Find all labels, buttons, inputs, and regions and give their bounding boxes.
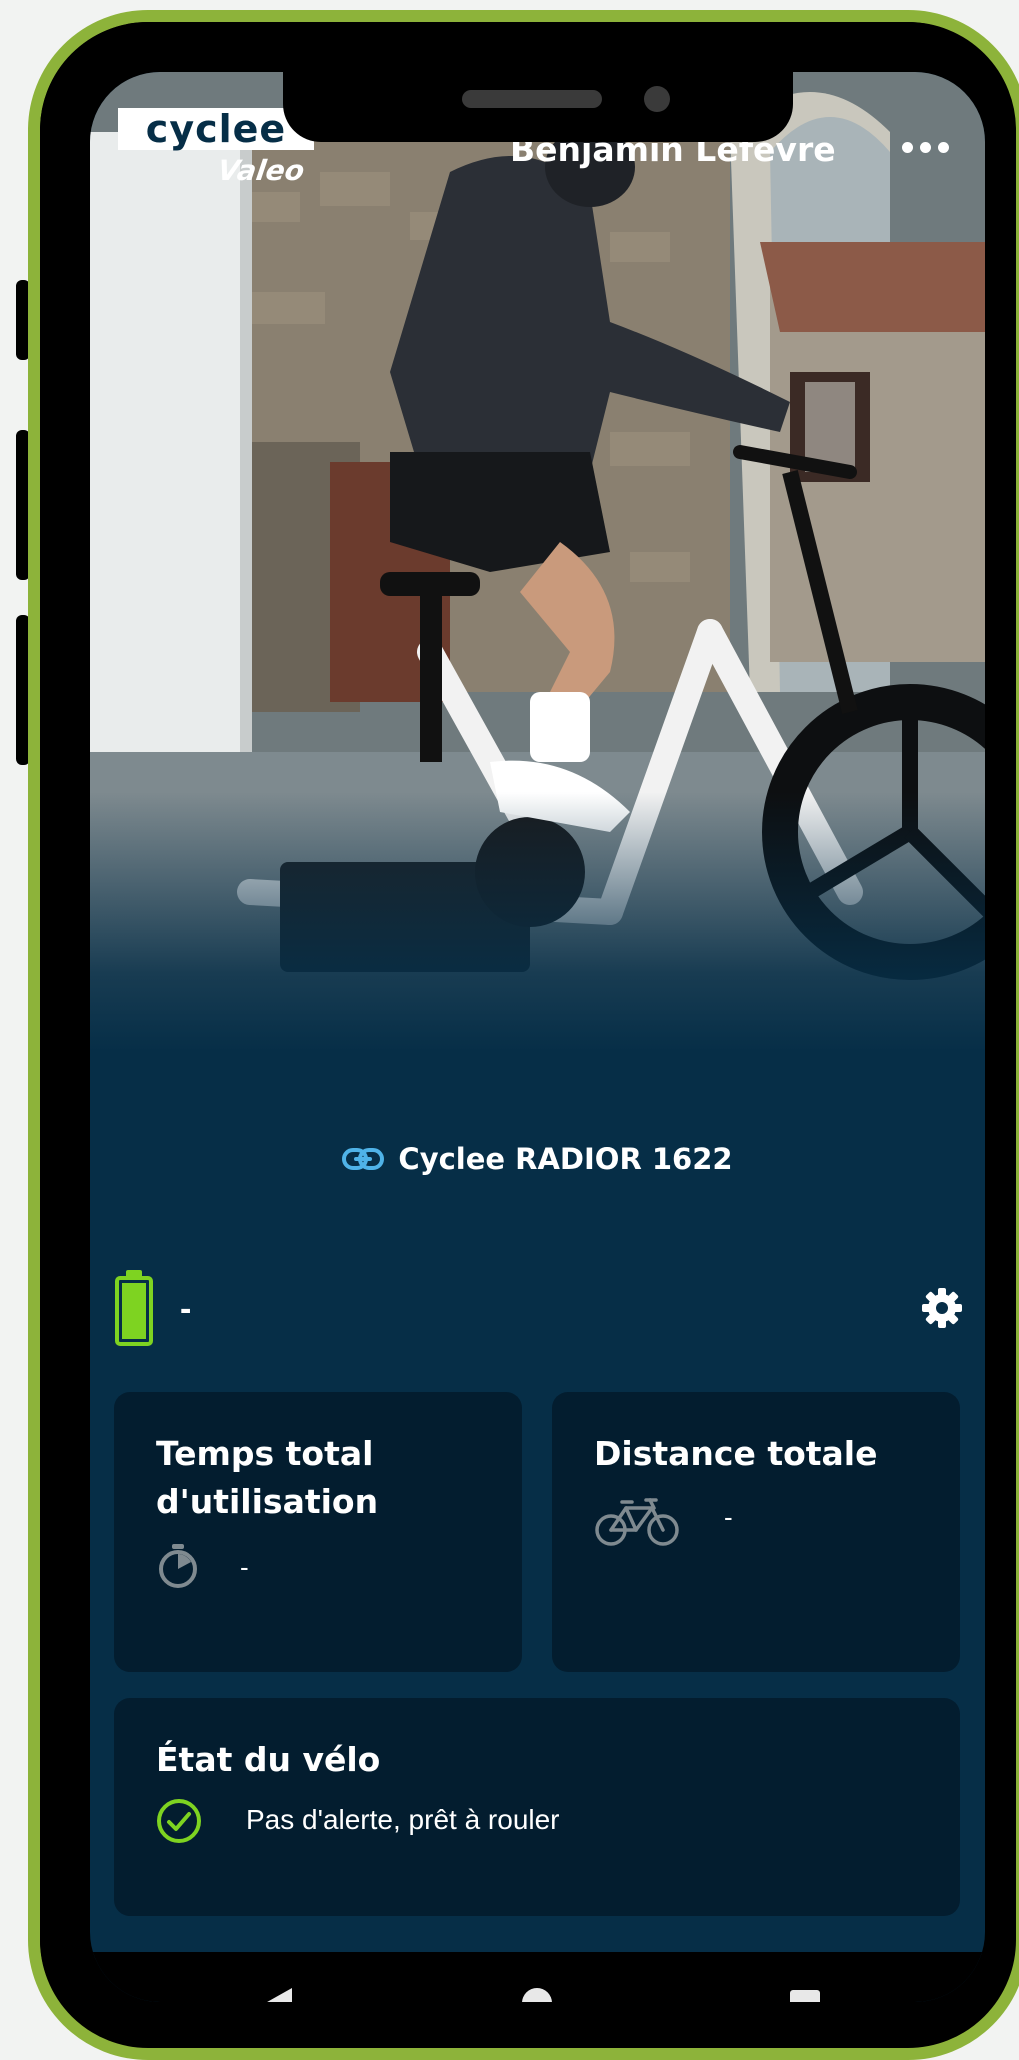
valeo-logo-text: Valeo <box>215 154 307 187</box>
more-dot-icon <box>920 142 931 153</box>
more-dot-icon <box>938 142 949 153</box>
earpiece-speaker <box>462 90 602 108</box>
usage-time-title-line1: Temps total <box>156 1434 374 1473</box>
battery-level-value: - <box>180 1290 192 1328</box>
settings-gear-icon[interactable] <box>920 1286 964 1330</box>
battery-icon <box>115 1270 153 1346</box>
app-screen: cyclee Valeo Benjamin Lefevre Cyclee RAD… <box>90 72 985 2002</box>
recent-apps-square-icon[interactable] <box>790 1990 820 2002</box>
stopwatch-icon <box>159 1544 197 1588</box>
usage-time-title-line2: d'utilisation <box>156 1482 379 1521</box>
bicycle-icon <box>595 1498 679 1546</box>
distance-value: - <box>724 1502 733 1532</box>
usage-time-title: Temps total d'utilisation <box>156 1430 378 1526</box>
front-camera <box>644 86 670 112</box>
check-circle-icon <box>157 1799 201 1843</box>
home-circle-icon[interactable] <box>522 1988 552 2002</box>
usage-time-value: - <box>240 1552 249 1582</box>
more-dot-icon <box>902 142 913 153</box>
hero-photo <box>90 72 985 1052</box>
usage-time-card[interactable]: Temps total d'utilisation - <box>114 1392 522 1672</box>
cyclee-valeo-logo: cyclee Valeo <box>118 108 314 187</box>
distance-card[interactable]: Distance totale - <box>552 1392 960 1672</box>
bike-status-card[interactable]: État du vélo Pas d'alerte, prêt à rouler <box>114 1698 960 1916</box>
link-icon <box>342 1148 385 1170</box>
bike-name: Cyclee RADIOR 1622 <box>398 1142 733 1176</box>
bike-status-message: Pas d'alerte, prêt à rouler <box>246 1804 560 1835</box>
system-navigation-bar <box>90 1952 985 2002</box>
distance-title: Distance totale <box>594 1434 878 1473</box>
bike-status-title: État du vélo <box>156 1740 381 1779</box>
back-triangle-icon[interactable] <box>258 1986 294 2002</box>
more-options-button[interactable] <box>902 142 949 153</box>
hero-gradient-overlay <box>90 792 985 1052</box>
connected-bike[interactable]: Cyclee RADIOR 1622 <box>90 1142 985 1176</box>
battery-row: - <box>114 1268 964 1348</box>
